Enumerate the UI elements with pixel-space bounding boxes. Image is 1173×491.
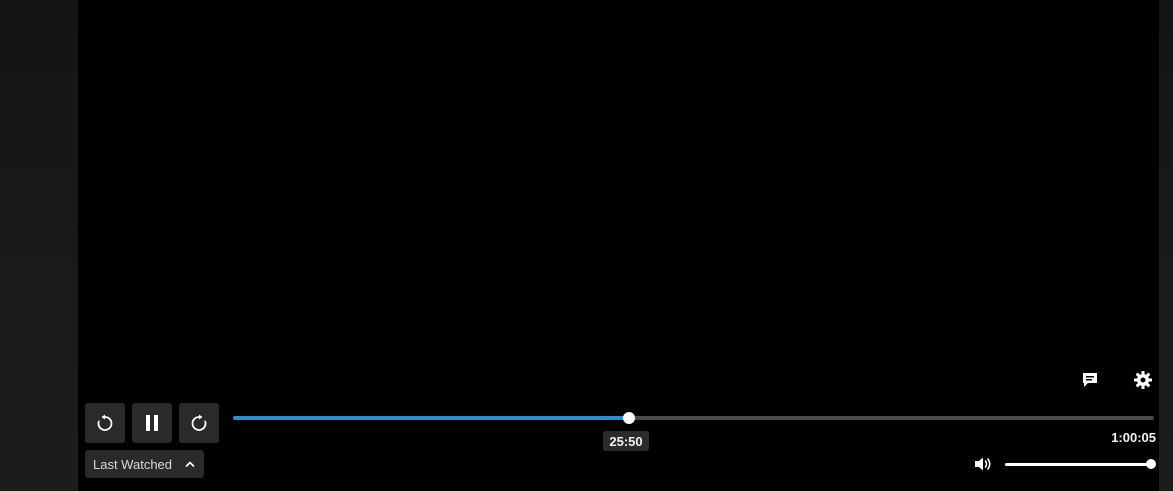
video-player-page: Last Watched 25:50 1:00:05 (0, 0, 1173, 491)
current-time: 25:50 (603, 431, 649, 451)
pause-button[interactable] (132, 403, 172, 443)
gear-icon (1134, 371, 1152, 389)
volume-slider[interactable] (1005, 459, 1156, 469)
last-watched-label: Last Watched (93, 456, 173, 472)
chevron-up-icon (185, 461, 195, 467)
volume-button[interactable] (972, 454, 994, 474)
settings-button[interactable] (1129, 366, 1157, 394)
forward-button[interactable] (179, 403, 219, 443)
rewind-button[interactable] (85, 403, 125, 443)
seek-progress-fill (233, 416, 630, 420)
rewind-icon (97, 414, 113, 431)
total-duration: 1:00:05 (1111, 430, 1156, 445)
left-backdrop (0, 0, 78, 491)
volume-handle[interactable] (1146, 459, 1156, 469)
seek-handle[interactable] (623, 412, 636, 424)
subtitles-icon (1083, 373, 1097, 387)
seek-bar[interactable] (233, 412, 1154, 424)
last-watched-button[interactable]: Last Watched (85, 450, 204, 478)
volume-icon (975, 457, 991, 471)
subtitles-button[interactable] (1076, 366, 1104, 394)
pause-icon (146, 415, 158, 431)
forward-icon (191, 414, 207, 431)
right-backdrop (1159, 0, 1173, 491)
